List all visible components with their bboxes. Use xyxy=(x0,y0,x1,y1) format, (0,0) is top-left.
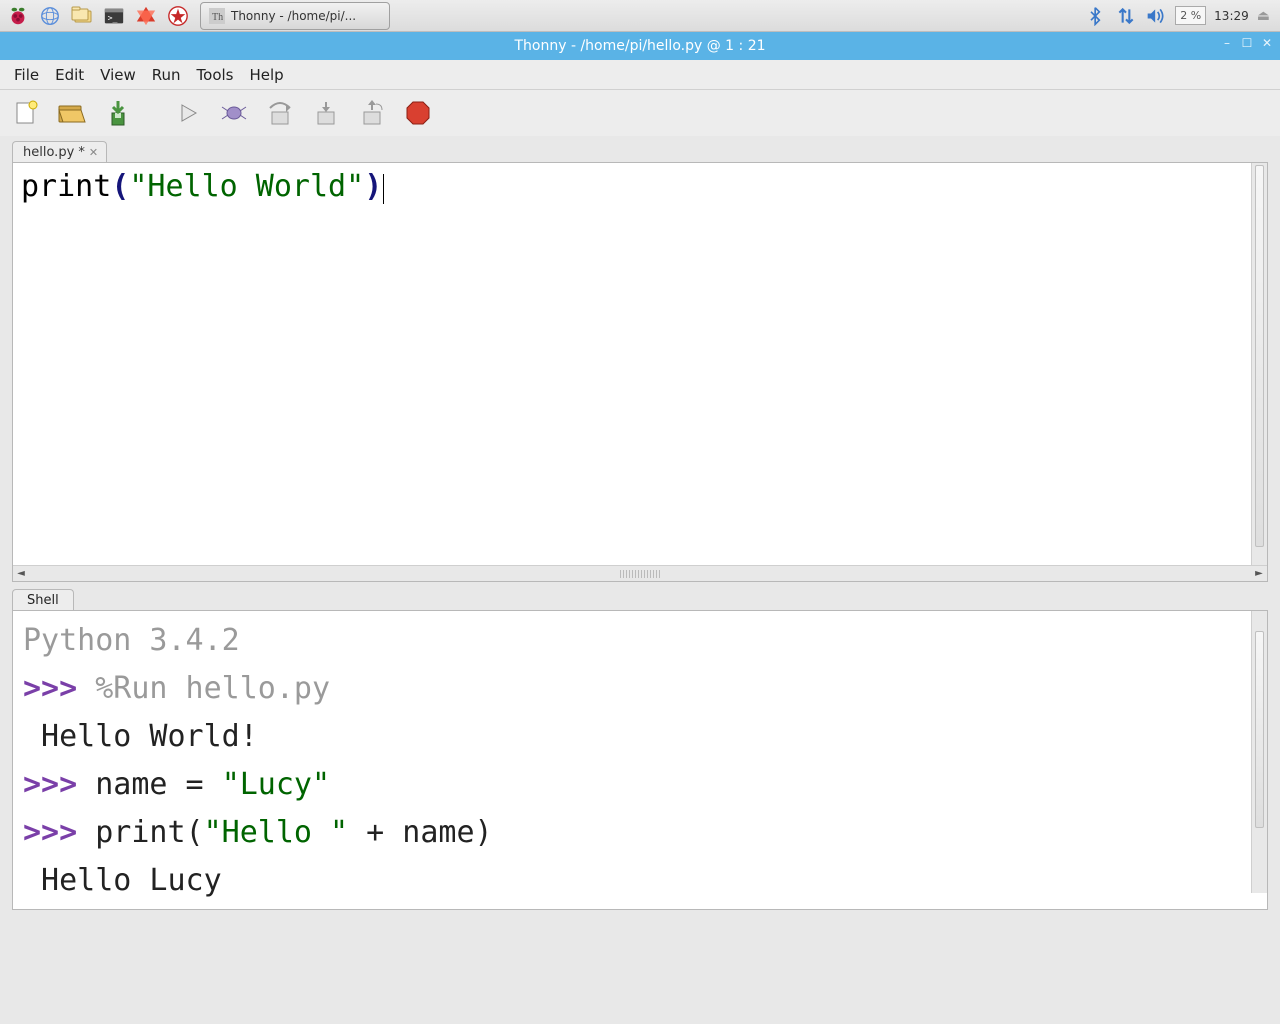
scrollbar-thumb[interactable] xyxy=(1255,631,1264,828)
editor-code[interactable]: print("Hello World") xyxy=(13,163,1267,211)
scrollbar-thumb[interactable] xyxy=(1255,165,1264,547)
menu-view[interactable]: View xyxy=(94,62,142,88)
menu-help[interactable]: Help xyxy=(244,62,290,88)
shell-output-2: Hello Lucy xyxy=(23,863,222,898)
new-file-button[interactable] xyxy=(10,97,42,129)
window-titlebar[interactable]: Thonny - /home/pi/hello.py @ 1 : 21 – ☐ … xyxy=(0,32,1280,60)
editor-body[interactable]: print("Hello World") ◄ ► xyxy=(12,162,1268,582)
shell-run-cmd: %Run hello.py xyxy=(95,671,330,706)
menu-tools[interactable]: Tools xyxy=(191,62,240,88)
volume-icon[interactable] xyxy=(1145,5,1167,27)
run-button[interactable] xyxy=(172,97,204,129)
shell-prompt: >>> xyxy=(23,671,95,706)
window-title: Thonny - /home/pi/hello.py @ 1 : 21 xyxy=(514,38,765,54)
wolfram-icon[interactable] xyxy=(164,2,192,30)
shell-output[interactable]: Python 3.4.2 >>> %Run hello.py Hello Wor… xyxy=(13,611,1267,910)
close-button[interactable]: ✕ xyxy=(1260,36,1274,50)
raspberry-menu-icon[interactable] xyxy=(4,2,32,30)
editor-panel: hello.py * ✕ print("Hello World") ◄ ► xyxy=(12,140,1268,582)
editor-hscrollbar[interactable]: ◄ ► xyxy=(13,565,1267,581)
shell-line2-pre: name = xyxy=(95,767,221,802)
network-icon[interactable] xyxy=(1115,5,1137,27)
clock[interactable]: 13:29 xyxy=(1214,9,1249,23)
os-tray: 2 % 13:29 ⏏ xyxy=(1085,5,1276,27)
svg-text:>_: >_ xyxy=(108,12,118,22)
text-cursor xyxy=(383,174,384,204)
code-token-string: "Hello World" xyxy=(129,169,364,204)
minimize-button[interactable]: – xyxy=(1220,36,1234,50)
shell-prompt: >>> xyxy=(23,767,95,802)
shell-tab-label: Shell xyxy=(27,593,59,608)
cpu-percent[interactable]: 2 % xyxy=(1175,6,1206,25)
shell-line3-str: "Hello " xyxy=(204,815,349,850)
taskbar-app-label: Thonny - /home/pi/... xyxy=(231,9,356,23)
shell-line3-pre: print( xyxy=(95,815,203,850)
shell-line3-post: + name) xyxy=(348,815,493,850)
editor-vscrollbar[interactable] xyxy=(1251,163,1267,565)
open-file-button[interactable] xyxy=(56,97,88,129)
scroll-left-icon[interactable]: ◄ xyxy=(14,567,28,581)
file-tabs: hello.py * ✕ xyxy=(12,140,1268,162)
taskbar-app-thonny[interactable]: Th Thonny - /home/pi/... xyxy=(200,2,390,30)
eject-icon[interactable]: ⏏ xyxy=(1257,8,1270,24)
menubar: File Edit View Run Tools Help xyxy=(0,60,1280,90)
code-token-lparen: ( xyxy=(111,169,129,204)
menu-file[interactable]: File xyxy=(8,62,45,88)
scrollbar-grip[interactable] xyxy=(620,570,660,578)
terminal-icon[interactable]: >_ xyxy=(100,2,128,30)
shell-body[interactable]: Python 3.4.2 >>> %Run hello.py Hello Wor… xyxy=(12,610,1268,910)
shell-line2-str: "Lucy" xyxy=(222,767,330,802)
svg-text:Th: Th xyxy=(212,12,223,23)
window-controls: – ☐ ✕ xyxy=(1220,36,1274,50)
shell-banner: Python 3.4.2 xyxy=(23,623,240,658)
code-token-rparen: ) xyxy=(364,169,382,204)
web-browser-icon[interactable] xyxy=(36,2,64,30)
thonny-app-icon: Th xyxy=(209,8,225,24)
step-out-button[interactable] xyxy=(356,97,388,129)
step-into-button[interactable] xyxy=(310,97,342,129)
stop-button[interactable] xyxy=(402,97,434,129)
file-tab-hello[interactable]: hello.py * ✕ xyxy=(12,141,107,163)
code-token-print: print xyxy=(21,169,111,204)
step-over-button[interactable] xyxy=(264,97,296,129)
shell-vscrollbar[interactable] xyxy=(1251,611,1267,893)
maximize-button[interactable]: ☐ xyxy=(1240,36,1254,50)
close-tab-icon[interactable]: ✕ xyxy=(89,146,98,159)
debug-button[interactable] xyxy=(218,97,250,129)
menu-edit[interactable]: Edit xyxy=(49,62,90,88)
os-launchers: >_ xyxy=(4,2,192,30)
save-file-button[interactable] xyxy=(102,97,134,129)
shell-panel: Shell Python 3.4.2 >>> %Run hello.py Hel… xyxy=(12,588,1268,910)
toolbar xyxy=(0,90,1280,136)
menu-run[interactable]: Run xyxy=(146,62,187,88)
bluetooth-icon[interactable] xyxy=(1085,5,1107,27)
file-manager-icon[interactable] xyxy=(68,2,96,30)
shell-prompt: >>> xyxy=(23,815,95,850)
file-tab-label: hello.py * xyxy=(23,145,85,160)
shell-output-1: Hello World! xyxy=(23,719,258,754)
shell-tab[interactable]: Shell xyxy=(12,589,74,611)
scroll-right-icon[interactable]: ► xyxy=(1252,567,1266,581)
mathematica-icon[interactable] xyxy=(132,2,160,30)
os-taskbar: >_ Th Thonny - /home/pi/... 2 % 13:29 ⏏ xyxy=(0,0,1280,32)
